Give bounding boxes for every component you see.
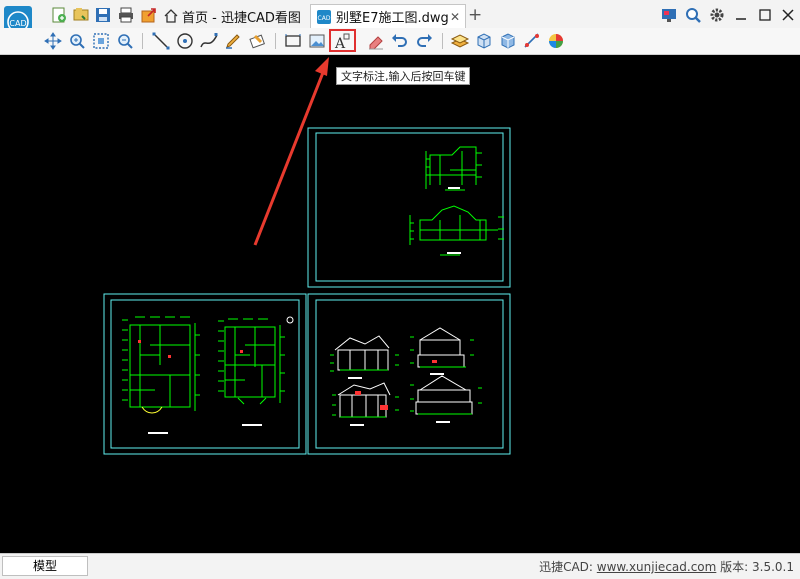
tab-document[interactable]: CAD 别墅E7施工图.dwg ✕ [310,4,466,28]
layers-icon[interactable] [450,31,470,51]
sheet-frame-plans [103,293,307,455]
redo-icon[interactable] [414,31,434,51]
pan-icon[interactable] [43,31,63,51]
pen-icon[interactable] [223,31,243,51]
zoom-realtime-icon[interactable] [115,31,135,51]
maximize-icon[interactable] [756,6,774,24]
line-icon[interactable] [151,31,171,51]
dwg-file-icon: CAD [317,9,331,24]
save-icon[interactable] [94,6,112,24]
new-file-icon[interactable] [50,6,68,24]
measure-icon[interactable] [522,31,542,51]
status-text: 迅捷CAD: www.xunjiecad.com 版本: 3.5.0.1 [539,558,794,575]
svg-text:CAD: CAD [318,15,331,22]
text-tool-highlight [329,29,356,52]
tooltip: 文字标注,输入后按回车键 [336,67,470,85]
3d-view-icon[interactable] [498,31,518,51]
zoom-icon[interactable] [67,31,87,51]
polyline-icon[interactable] [199,31,219,51]
tab-home[interactable]: 首页 - 迅捷CAD看图 [163,4,306,28]
section-labels [447,187,461,254]
toolbar-separator [442,33,443,49]
3d-box-icon[interactable] [474,31,494,51]
plan-labels [148,424,262,434]
zoom-extents-icon[interactable] [91,31,111,51]
export-icon[interactable] [140,6,158,24]
color-icon[interactable] [546,31,566,51]
sheet-frame-elevations [307,293,511,455]
elevation-drawings [334,327,473,418]
undo-icon[interactable] [390,31,410,51]
callout-arrow [253,57,329,246]
tab-close-icon[interactable]: ✕ [450,10,460,24]
tab-document-label: 别墅E7施工图.dwg [336,11,449,26]
toolbar-separator [142,33,143,49]
circle-icon[interactable] [175,31,195,51]
rectangle-icon[interactable] [283,31,303,51]
zoom-window-icon[interactable] [684,6,702,24]
close-icon[interactable] [779,6,797,24]
erase-mark-icon[interactable] [247,31,267,51]
cad-drawing [103,57,511,455]
eraser-icon[interactable] [366,31,386,51]
tab-model[interactable]: 模型 [2,556,88,576]
app-prefix: 迅捷CAD: [539,560,593,574]
section-drawings [409,146,504,256]
print-icon[interactable] [117,6,135,24]
version-label: 版本: 3.5.0.1 [720,560,794,574]
image-icon[interactable] [307,31,327,51]
gear-icon[interactable] [708,6,726,24]
add-tab-icon[interactable]: + [468,5,482,25]
toolbar-separator [275,33,276,49]
minimize-icon[interactable] [732,6,750,24]
sheet-frame-top [307,127,511,288]
tab-home-label: 首页 - 迅捷CAD看图 [182,10,301,26]
open-file-icon[interactable] [72,6,90,24]
home-icon [164,9,178,23]
drawing-canvas[interactable] [0,55,800,553]
monitor-icon[interactable] [660,6,678,24]
logo-text: CAD [9,19,26,28]
website-link[interactable]: www.xunjiecad.com [597,560,717,574]
floor-plans [122,316,294,414]
